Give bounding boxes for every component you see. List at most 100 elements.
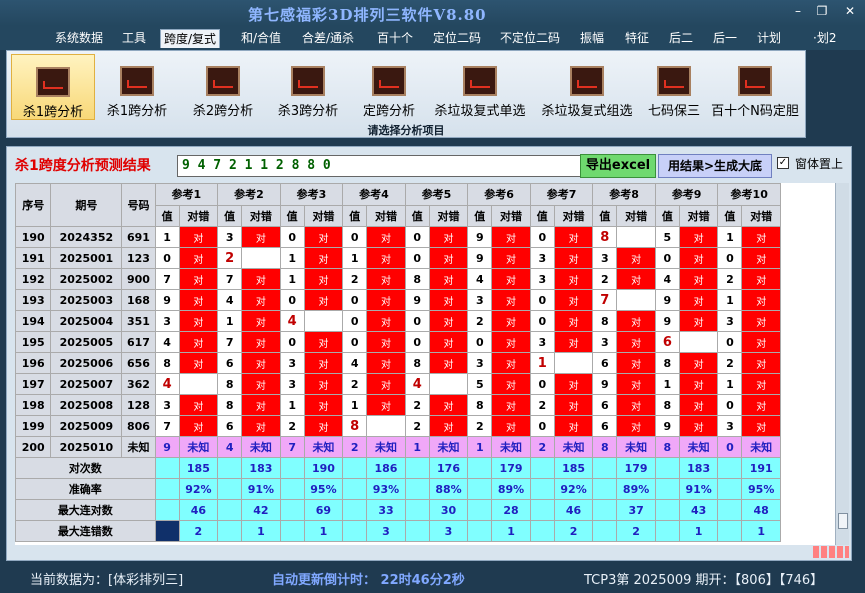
value-cell: 3 [467,352,493,374]
maximize-icon[interactable]: ❐ [812,4,832,18]
right-mark: 对 [741,352,781,374]
stat-spacer [217,520,243,542]
value-cell: 0 [404,226,430,248]
menu-item-8[interactable]: 振幅 [577,29,607,48]
ribbon-button-4[interactable]: 定跨分析 [354,54,424,120]
ribbon-button-6[interactable]: 杀垃圾复式组选 [534,54,640,120]
vertical-scrollbar[interactable] [835,183,849,545]
stat-value-cell: 95% [303,478,344,500]
menu-item-0[interactable]: 系统数据 [52,29,106,48]
current-data-text: 当前数据为：[体彩排列三] [30,573,184,588]
header-ref-4: 参考4 [342,183,406,206]
stat-spacer [467,499,493,521]
ribbon-caption: 请选择分析项目 [367,124,445,137]
seq-cell: 190 [15,226,52,248]
ribbon-button-7[interactable]: 七码保三 [642,54,706,120]
stat-row: 最大连对数 46 42 69 33 30 28 46 37 43 48 [15,499,781,521]
stat-label: 最大连错数 [15,520,156,542]
analysis-grid-container: 序号 期号 号码 参考1 参考2 参考3 参考4 参考5 参考6 参考7 参考8 参考9 参考10 值对错… [15,183,835,545]
value-cell: 9 [467,247,493,269]
menu-item-4[interactable]: 合差/通杀 [299,29,357,48]
table-row: 198 2025008 128 3 对 8 对 1 对 1 对 2 对 8 对 2 对 6 对 8 对 0 对 [15,394,781,416]
ribbon-button-0[interactable]: 杀1跨分析 [11,54,95,120]
stat-value-cell: 89% [616,478,656,500]
right-mark: 对 [303,415,344,437]
analysis-chart-icon [372,66,406,96]
right-mark: 对 [491,247,531,269]
predict-unknown-cell: 未知 [553,436,594,458]
value-cell: 0 [529,289,555,311]
code-cell: 656 [121,352,156,374]
scroll-thumb[interactable] [838,513,848,529]
ribbon-button-5[interactable]: 杀垃圾复式单选 [427,54,533,120]
menu-item-10[interactable]: 后二 [666,29,696,48]
header-seq: 序号 [15,183,52,227]
ribbon-button-3[interactable]: 杀3跨分析 [269,54,347,120]
analysis-chart-icon [36,67,70,97]
predict-unknown-cell: 未知 [303,436,344,458]
ribbon-panel: 请选择分析项目 杀1跨分析 杀1跨分析 杀2跨分析 杀3跨分析 定跨分析 杀垃圾复式单选杀… [6,50,806,138]
close-icon[interactable]: ✕ [840,4,860,18]
value-cell: 3 [217,226,243,248]
value-cell: 0 [404,247,430,269]
predict-value-cell: 9 [154,436,180,458]
value-cell: 2 [217,247,243,269]
issue-cell: 2025008 [50,394,123,416]
analysis-chart-icon [657,66,691,96]
ribbon-button-2[interactable]: 杀2跨分析 [184,54,262,120]
right-mark: 对 [366,226,406,248]
prediction-row: 200 2025010 未知 9 未知 4 未知 7 未知 2 未知 1 未知 1 未知 2 未知 8 未知 8 未知 0… [15,436,781,458]
title-bar: 第七感福彩3D排列三软件V8.80 – ❐ ✕ [0,0,865,26]
header-value: 值 [279,204,305,227]
menu-item-6[interactable]: 定位二码 [430,29,484,48]
value-cell: 3 [717,310,743,332]
table-row: 194 2025004 351 3 对 1 对 4 0 对 0 对 2 对 0 对 8 对 9 对 3 对 [15,310,781,332]
minimize-icon[interactable]: – [788,4,808,18]
wrong-mark [678,331,719,353]
menu-item-9[interactable]: 特征 [622,29,652,48]
value-cell: 6 [217,415,243,437]
header-right-wrong: 对错 [428,204,469,227]
stat-value-cell: 1 [741,520,781,542]
menu-item-12[interactable]: 计划 [754,29,784,48]
generate-base-button[interactable]: 用结果>生成大底 [658,154,772,178]
menu-item-1[interactable]: 工具 [119,29,149,48]
stat-spacer [717,520,743,542]
value-cell: 4 [654,268,680,290]
ribbon-button-8[interactable]: 百十个N码定胆 [708,54,802,120]
header-value: 值 [592,204,618,227]
table-row: 199 2025009 806 7 对 6 对 2 对 8 2 对 2 对 0 对 6 对 9 对 3 对 [15,415,781,437]
right-mark: 对 [678,415,719,437]
header-value: 值 [342,204,368,227]
right-mark: 对 [428,247,469,269]
value-cell: 3 [279,352,305,374]
menu-item-2[interactable]: 跨度/复式 [160,29,221,48]
stat-value-cell: 46 [553,499,594,521]
stat-spacer [342,499,368,521]
right-mark: 对 [428,310,469,332]
value-cell: 8 [592,226,618,248]
value-cell: 4 [279,310,305,332]
seq-cell: 193 [15,289,52,311]
code-cell: 362 [121,373,156,395]
value-cell: 7 [217,331,243,353]
stat-spacer [654,478,680,500]
ontop-checkbox[interactable]: ✓ [777,157,789,169]
stat-spacer [467,478,493,500]
menu-item-13[interactable]: ·划2 [810,29,839,48]
main-panel: 杀1跨度分析预测结果 9 4 7 2 1 1 2 8 8 0 导出excel 用… [6,146,852,561]
stat-value-cell: 69 [303,499,344,521]
predict-value-cell: 2 [342,436,368,458]
menu-item-11[interactable]: 后一 [710,29,740,48]
value-cell: 3 [154,310,180,332]
stat-spacer [592,499,618,521]
result-field[interactable]: 9 4 7 2 1 1 2 8 8 0 [177,155,581,177]
value-cell: 2 [592,268,618,290]
stat-spacer [279,478,305,500]
menu-item-7[interactable]: 不定位二码 [497,29,563,48]
ribbon-button-1[interactable]: 杀1跨分析 [98,54,176,120]
export-excel-button[interactable]: 导出excel [580,154,656,178]
menu-item-3[interactable]: 和/合值 [238,29,284,48]
menu-item-5[interactable]: 百十个 [374,29,416,48]
predict-unknown-cell: 未知 [428,436,469,458]
